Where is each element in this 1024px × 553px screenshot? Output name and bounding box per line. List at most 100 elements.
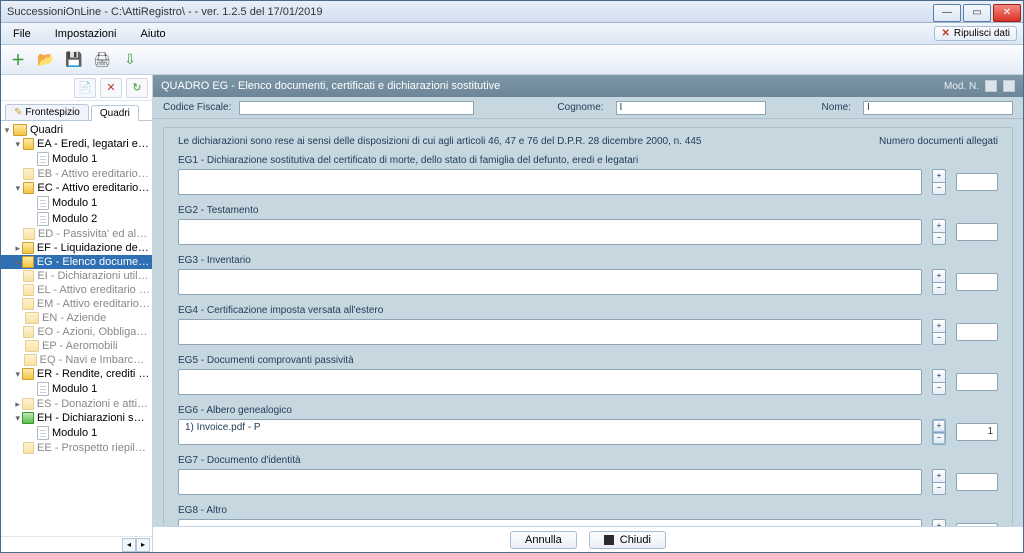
tab-quadri[interactable]: Quadri <box>91 105 139 121</box>
tree-ec-m2[interactable]: Modulo 2 <box>1 211 152 227</box>
tree-delete-button[interactable]: ✕ <box>100 78 122 98</box>
eg3-input[interactable] <box>178 269 922 295</box>
plus-icon: ＋ <box>11 50 25 70</box>
eg4-count[interactable] <box>956 323 998 341</box>
tree-er-m1[interactable]: Modulo 1 <box>1 381 152 397</box>
printer-icon: 🖨 <box>93 51 111 68</box>
eg1-spinner[interactable]: +− <box>932 169 946 195</box>
eg8-count[interactable] <box>956 523 998 526</box>
eg2-label: EG2 - Testamento <box>178 205 998 216</box>
tree-eo[interactable]: EO - Azioni, Obbligazioni, Alt <box>1 325 152 339</box>
tree-root-quadri[interactable]: ▾Quadri <box>1 123 152 137</box>
clear-icon: ✕ <box>941 28 949 39</box>
ripulisci-dati-button[interactable]: ✕ Ripulisci dati <box>934 26 1017 41</box>
doc-plus-icon: 📄 <box>78 81 92 94</box>
eg5-input[interactable] <box>178 369 922 395</box>
tree-refresh-button[interactable]: ↻ <box>126 78 148 98</box>
annulla-button[interactable]: Annulla <box>510 531 577 549</box>
tree-eg[interactable]: ▸EG - Elenco documenti, certifi <box>1 255 152 269</box>
minimize-button[interactable]: — <box>933 4 961 22</box>
tree-eb[interactable]: EB - Attivo ereditario catasto <box>1 167 152 181</box>
eg5-count[interactable] <box>956 373 998 391</box>
eg3-spinner[interactable]: +− <box>932 269 946 295</box>
maximize-button[interactable]: ▭ <box>963 4 991 22</box>
cf-field[interactable] <box>239 101 474 115</box>
tree-ef[interactable]: ▸EF - Liquidazione delle impos <box>1 241 152 255</box>
new-button[interactable]: ＋ <box>7 49 29 71</box>
menu-impostazioni[interactable]: Impostazioni <box>43 28 129 40</box>
eg8-input[interactable] <box>178 519 922 526</box>
tree-eq[interactable]: EQ - Navi e Imbarcazioni <box>1 353 152 367</box>
tree-er[interactable]: ▾ER - Rendite, crediti e altri be <box>1 367 152 381</box>
eg6-count[interactable]: 1 <box>956 423 998 441</box>
cognome-label: Cognome: <box>557 102 603 113</box>
tree-en[interactable]: EN - Aziende <box>1 311 152 325</box>
eg6-input[interactable]: 1) Invoice.pdf - P <box>178 419 922 445</box>
scroll-right-button[interactable]: ▸ <box>136 538 150 552</box>
eg1-input[interactable] <box>178 169 922 195</box>
eg1-label: EG1 - Dichiarazione sostitutiva del cert… <box>178 155 998 166</box>
menu-aiuto[interactable]: Aiuto <box>129 28 178 40</box>
eg4-spinner[interactable]: +− <box>932 319 946 345</box>
eg2-count[interactable] <box>956 223 998 241</box>
tree-add-button[interactable]: 📄 <box>74 78 96 98</box>
declaration-note: Le dichiarazioni sono rese ai sensi dell… <box>178 136 701 147</box>
window-title: SuccessioniOnLine - C:\AttiRegistro\ - -… <box>7 6 933 18</box>
panel-mod-label: Mod. N. <box>944 80 1015 92</box>
tree-ea-m1[interactable]: Modulo 1 <box>1 151 152 167</box>
tree-ea[interactable]: ▾EA - Eredi, legatari e altri sog <box>1 137 152 151</box>
scroll-left-button[interactable]: ◂ <box>122 538 136 552</box>
eg7-count[interactable] <box>956 473 998 491</box>
eg4-label: EG4 - Certificazione imposta versata all… <box>178 305 998 316</box>
eg6-label: EG6 - Albero genealogico <box>178 405 998 416</box>
save-button[interactable]: 💾 <box>63 49 85 71</box>
eg7-input[interactable] <box>178 469 922 495</box>
eg1-count[interactable] <box>956 173 998 191</box>
eg5-label: EG5 - Documenti comprovanti passività <box>178 355 998 366</box>
eg2-spinner[interactable]: +− <box>932 219 946 245</box>
tree-eh-m1[interactable]: Modulo 1 <box>1 425 152 441</box>
tree-ec-m1[interactable]: Modulo 1 <box>1 195 152 211</box>
tree-el[interactable]: EL - Attivo ereditario terreni s <box>1 283 152 297</box>
pencil-icon: ✎ <box>14 107 22 118</box>
refresh-icon: ↻ <box>132 81 141 94</box>
col-header: Numero documenti allegati <box>879 136 998 147</box>
print-button[interactable]: 🖨 <box>91 49 113 71</box>
open-button[interactable]: 📂 <box>35 49 57 71</box>
close-button[interactable]: ✕ <box>993 4 1021 22</box>
eg2-input[interactable] <box>178 219 922 245</box>
panel-title: QUADRO EG - Elenco documenti, certificat… <box>161 80 944 92</box>
eg8-label: EG8 - Altro <box>178 505 998 516</box>
tree-ed[interactable]: ED - Passivita' ed altri oneri <box>1 227 152 241</box>
export-button[interactable]: ⇩ <box>119 49 141 71</box>
ripulisci-label: Ripulisci dati <box>954 28 1010 39</box>
tree-ee[interactable]: EE - Prospetto riepilogativo a <box>1 441 152 455</box>
cognome-field[interactable]: I <box>616 101 766 115</box>
delete-icon: ✕ <box>106 81 115 94</box>
tree-ep[interactable]: EP - Aeromobili <box>1 339 152 353</box>
folder-open-icon: 📂 <box>37 51 54 68</box>
menu-file[interactable]: File <box>1 28 43 40</box>
tree-eh[interactable]: ▾EH - Dichiarazioni sostitutive, <box>1 411 152 425</box>
chiudi-button[interactable]: Chiudi <box>589 531 666 549</box>
mod-prev-button[interactable] <box>985 80 997 92</box>
mod-next-button[interactable] <box>1003 80 1015 92</box>
page-icon <box>37 152 49 166</box>
tab-frontespizio[interactable]: ✎Frontespizio <box>5 104 89 120</box>
eg6-spinner[interactable]: +− <box>932 419 946 445</box>
eg7-label: EG7 - Documento d'identità <box>178 455 998 466</box>
eg7-spinner[interactable]: +− <box>932 469 946 495</box>
eg4-input[interactable] <box>178 319 922 345</box>
tree-es[interactable]: ▸ES - Donazioni e atti a titolo g <box>1 397 152 411</box>
nome-label: Nome: <box>822 102 851 113</box>
eg3-count[interactable] <box>956 273 998 291</box>
nome-field[interactable]: I <box>863 101 1013 115</box>
tree-ec[interactable]: ▾EC - Attivo ereditario catasto <box>1 181 152 195</box>
eg5-spinner[interactable]: +− <box>932 369 946 395</box>
quadri-tree[interactable]: ▾Quadri ▾EA - Eredi, legatari e altri so… <box>1 121 152 536</box>
tree-ei[interactable]: EI - Dichiarazioni utili alla vol <box>1 269 152 283</box>
eg8-spinner[interactable]: +− <box>932 519 946 526</box>
eg3-label: EG3 - Inventario <box>178 255 998 266</box>
floppy-icon: 💾 <box>65 51 82 68</box>
tree-em[interactable]: EM - Attivo ereditario fabbrica <box>1 297 152 311</box>
